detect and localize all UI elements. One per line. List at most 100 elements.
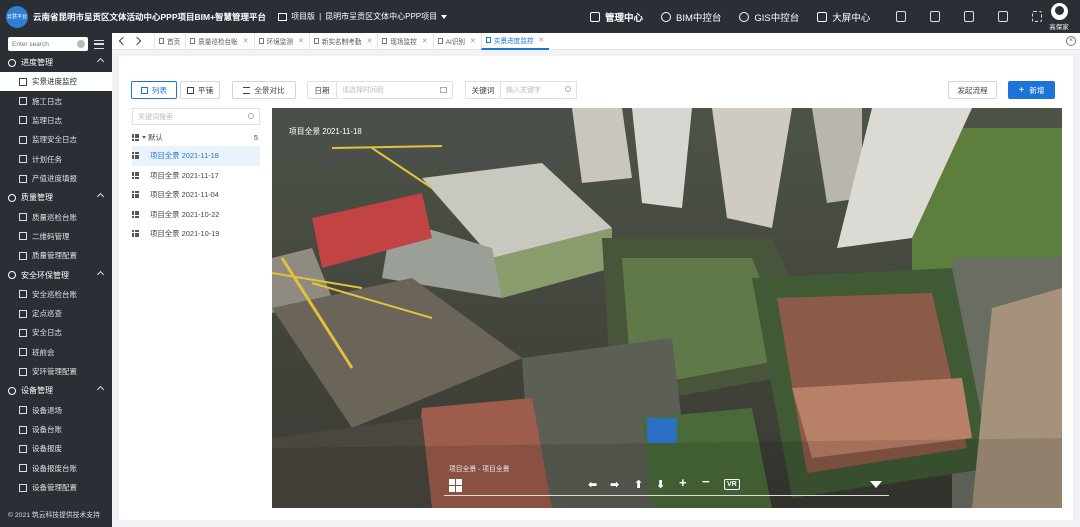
tab[interactable]: 质量巡检台账 ✕: [185, 32, 253, 50]
user-menu[interactable]: 高保家: [1046, 3, 1072, 31]
copyright: © 2021 筑云科技提供技术支持: [8, 512, 100, 519]
sidebar-group-label: 设备管理: [21, 386, 53, 396]
close-icon[interactable]: ✕: [422, 37, 428, 45]
close-icon[interactable]: ✕: [243, 37, 249, 45]
sidebar-item[interactable]: 产值进度填报: [0, 169, 112, 188]
sidebar-item[interactable]: 设备台账: [0, 420, 112, 439]
tree-item[interactable]: 项目全景 2021-10-19: [132, 224, 260, 244]
sidebar-item[interactable]: 设备退场: [0, 400, 112, 419]
download-icon[interactable]: [998, 11, 1008, 22]
sidebar-search-input[interactable]: [8, 37, 88, 51]
tab[interactable]: 环境监测 ✕: [253, 32, 309, 50]
tab-label: 环境监测: [266, 39, 293, 46]
module-bigscreen[interactable]: 大屏中心: [817, 10, 870, 24]
keyword-field[interactable]: 输入关键字: [500, 81, 577, 99]
panorama-compare-button[interactable]: 全景对比: [232, 81, 296, 99]
sidebar-item[interactable]: 设备报废台账: [0, 459, 112, 478]
sidebar-item[interactable]: 班前会: [0, 343, 112, 362]
grid-icon: [132, 191, 139, 199]
fullscreen-icon[interactable]: [1032, 11, 1042, 22]
sidebar-item[interactable]: 设备报废: [0, 439, 112, 458]
sidebar-item[interactable]: 安全巡检台账: [0, 285, 112, 304]
clear-icon[interactable]: [77, 40, 85, 48]
sidebar-group-label: 进度管理: [21, 58, 53, 67]
tile-view-button[interactable]: 平铺: [180, 81, 220, 99]
back-arrow-icon[interactable]: [118, 36, 128, 46]
sidebar-group[interactable]: 安全环保管理: [0, 266, 112, 285]
sidebar-item[interactable]: 施工日志: [0, 91, 112, 110]
sidebar-item[interactable]: 实景进度监控: [0, 72, 112, 92]
grid-icon: [132, 230, 139, 238]
close-icon[interactable]: ✕: [470, 37, 476, 45]
collapse-down-icon[interactable]: [870, 481, 882, 488]
tab[interactable]: 实景进度监控 ✕: [480, 32, 550, 50]
sidebar-item[interactable]: 设备管理配置: [0, 478, 112, 497]
up-arrow-icon[interactable]: ⬆: [634, 478, 643, 491]
tablet-icon[interactable]: [964, 11, 974, 22]
module-bim[interactable]: BIM中控台: [661, 10, 721, 24]
sidebar-group[interactable]: 进度管理: [0, 53, 112, 72]
start-process-button[interactable]: 发起流程: [948, 81, 997, 99]
sidebar-item[interactable]: 质量管理配置: [0, 246, 112, 265]
module-label: 管理中心: [605, 12, 644, 24]
tree-item[interactable]: 项目全景 2021-10-22: [132, 205, 260, 225]
tree-item[interactable]: 项目全景 2021-11-04: [132, 185, 260, 205]
tree-root-node[interactable]: 默认 5: [132, 128, 260, 146]
group-icon: [8, 271, 16, 280]
add-button[interactable]: + 新增: [1008, 81, 1055, 99]
sidebar-search-box: [8, 37, 88, 51]
document-icon[interactable]: [930, 11, 940, 22]
panorama-viewer[interactable]: 项目全景 2021-11-18 项目全景 - 项目全景 ⬅ ➡ ⬆ ⬇ + − …: [272, 108, 1062, 508]
tree-item-label: 项目全景 2021-11-18: [150, 151, 219, 161]
close-icon[interactable]: ✕: [298, 37, 304, 45]
avatar: [1050, 3, 1068, 20]
tree-item[interactable]: 项目全景 2021-11-18: [132, 146, 260, 166]
module-gis[interactable]: GIS中控台: [739, 10, 799, 24]
tab[interactable]: 新实名制考勤 ✕: [308, 32, 377, 50]
menu-item-icon: [19, 135, 27, 144]
right-arrow-icon[interactable]: ➡: [610, 478, 619, 491]
sidebar-item[interactable]: 质量巡检台账: [0, 207, 112, 226]
tab[interactable]: AI识别 ✕: [432, 32, 481, 50]
sidebar-item[interactable]: 安环管理配置: [0, 362, 112, 381]
list-view-button[interactable]: 列表: [131, 81, 177, 99]
sidebar-group[interactable]: 设备管理: [0, 381, 112, 400]
menu-item-icon: [19, 77, 27, 86]
menu-item-icon: [19, 309, 27, 318]
tree-item[interactable]: 项目全景 2021-11-17: [132, 166, 260, 186]
date-range-field[interactable]: 请选择时间段: [336, 81, 453, 99]
chat-icon[interactable]: [896, 11, 906, 22]
tab-label: AI识别: [445, 39, 465, 46]
sidebar-item[interactable]: 计划任务: [0, 150, 112, 169]
menu-item-icon: [19, 464, 27, 473]
sidebar-item-label: 安全巡检台账: [32, 289, 77, 299]
tab[interactable]: 首页: [154, 32, 185, 50]
sidebar-item[interactable]: 监理日志: [0, 111, 112, 130]
down-arrow-icon[interactable]: ⬇: [656, 478, 665, 491]
module-label: 大屏中心: [832, 12, 871, 24]
sidebar-group[interactable]: 质量管理: [0, 188, 112, 207]
sidebar-item[interactable]: 监理安全日志: [0, 130, 112, 149]
grid-icon: [132, 210, 139, 218]
forward-arrow-icon[interactable]: [134, 36, 144, 46]
project-selector[interactable]: 项目版 | 昆明市呈贡区文体中心PPP项目: [278, 11, 448, 22]
menu-item-icon: [19, 328, 27, 337]
menu-toggle-icon[interactable]: [94, 39, 104, 49]
sidebar-item[interactable]: 定点巡查: [0, 304, 112, 323]
tab-label: 现场监控: [390, 39, 417, 46]
vr-button[interactable]: VR: [724, 479, 740, 490]
tab-icon: [485, 37, 491, 43]
tab[interactable]: 现场监控 ✕: [377, 32, 432, 50]
sidebar-item-label: 安全日志: [32, 328, 62, 338]
left-arrow-icon[interactable]: ⬅: [588, 478, 597, 491]
tree-search-input[interactable]: 关键词搜索: [132, 108, 260, 125]
zoom-out-icon[interactable]: −: [702, 474, 710, 489]
close-all-icon[interactable]: ×: [1066, 36, 1076, 46]
thumbnail-grid-icon[interactable]: [449, 479, 462, 492]
sidebar-item[interactable]: 安全日志: [0, 323, 112, 342]
module-management[interactable]: 管理中心: [590, 10, 643, 24]
zoom-in-icon[interactable]: +: [679, 475, 687, 490]
close-icon[interactable]: ✕: [366, 37, 372, 45]
close-icon[interactable]: ✕: [538, 36, 544, 44]
sidebar-item[interactable]: 二维码管理: [0, 227, 112, 246]
